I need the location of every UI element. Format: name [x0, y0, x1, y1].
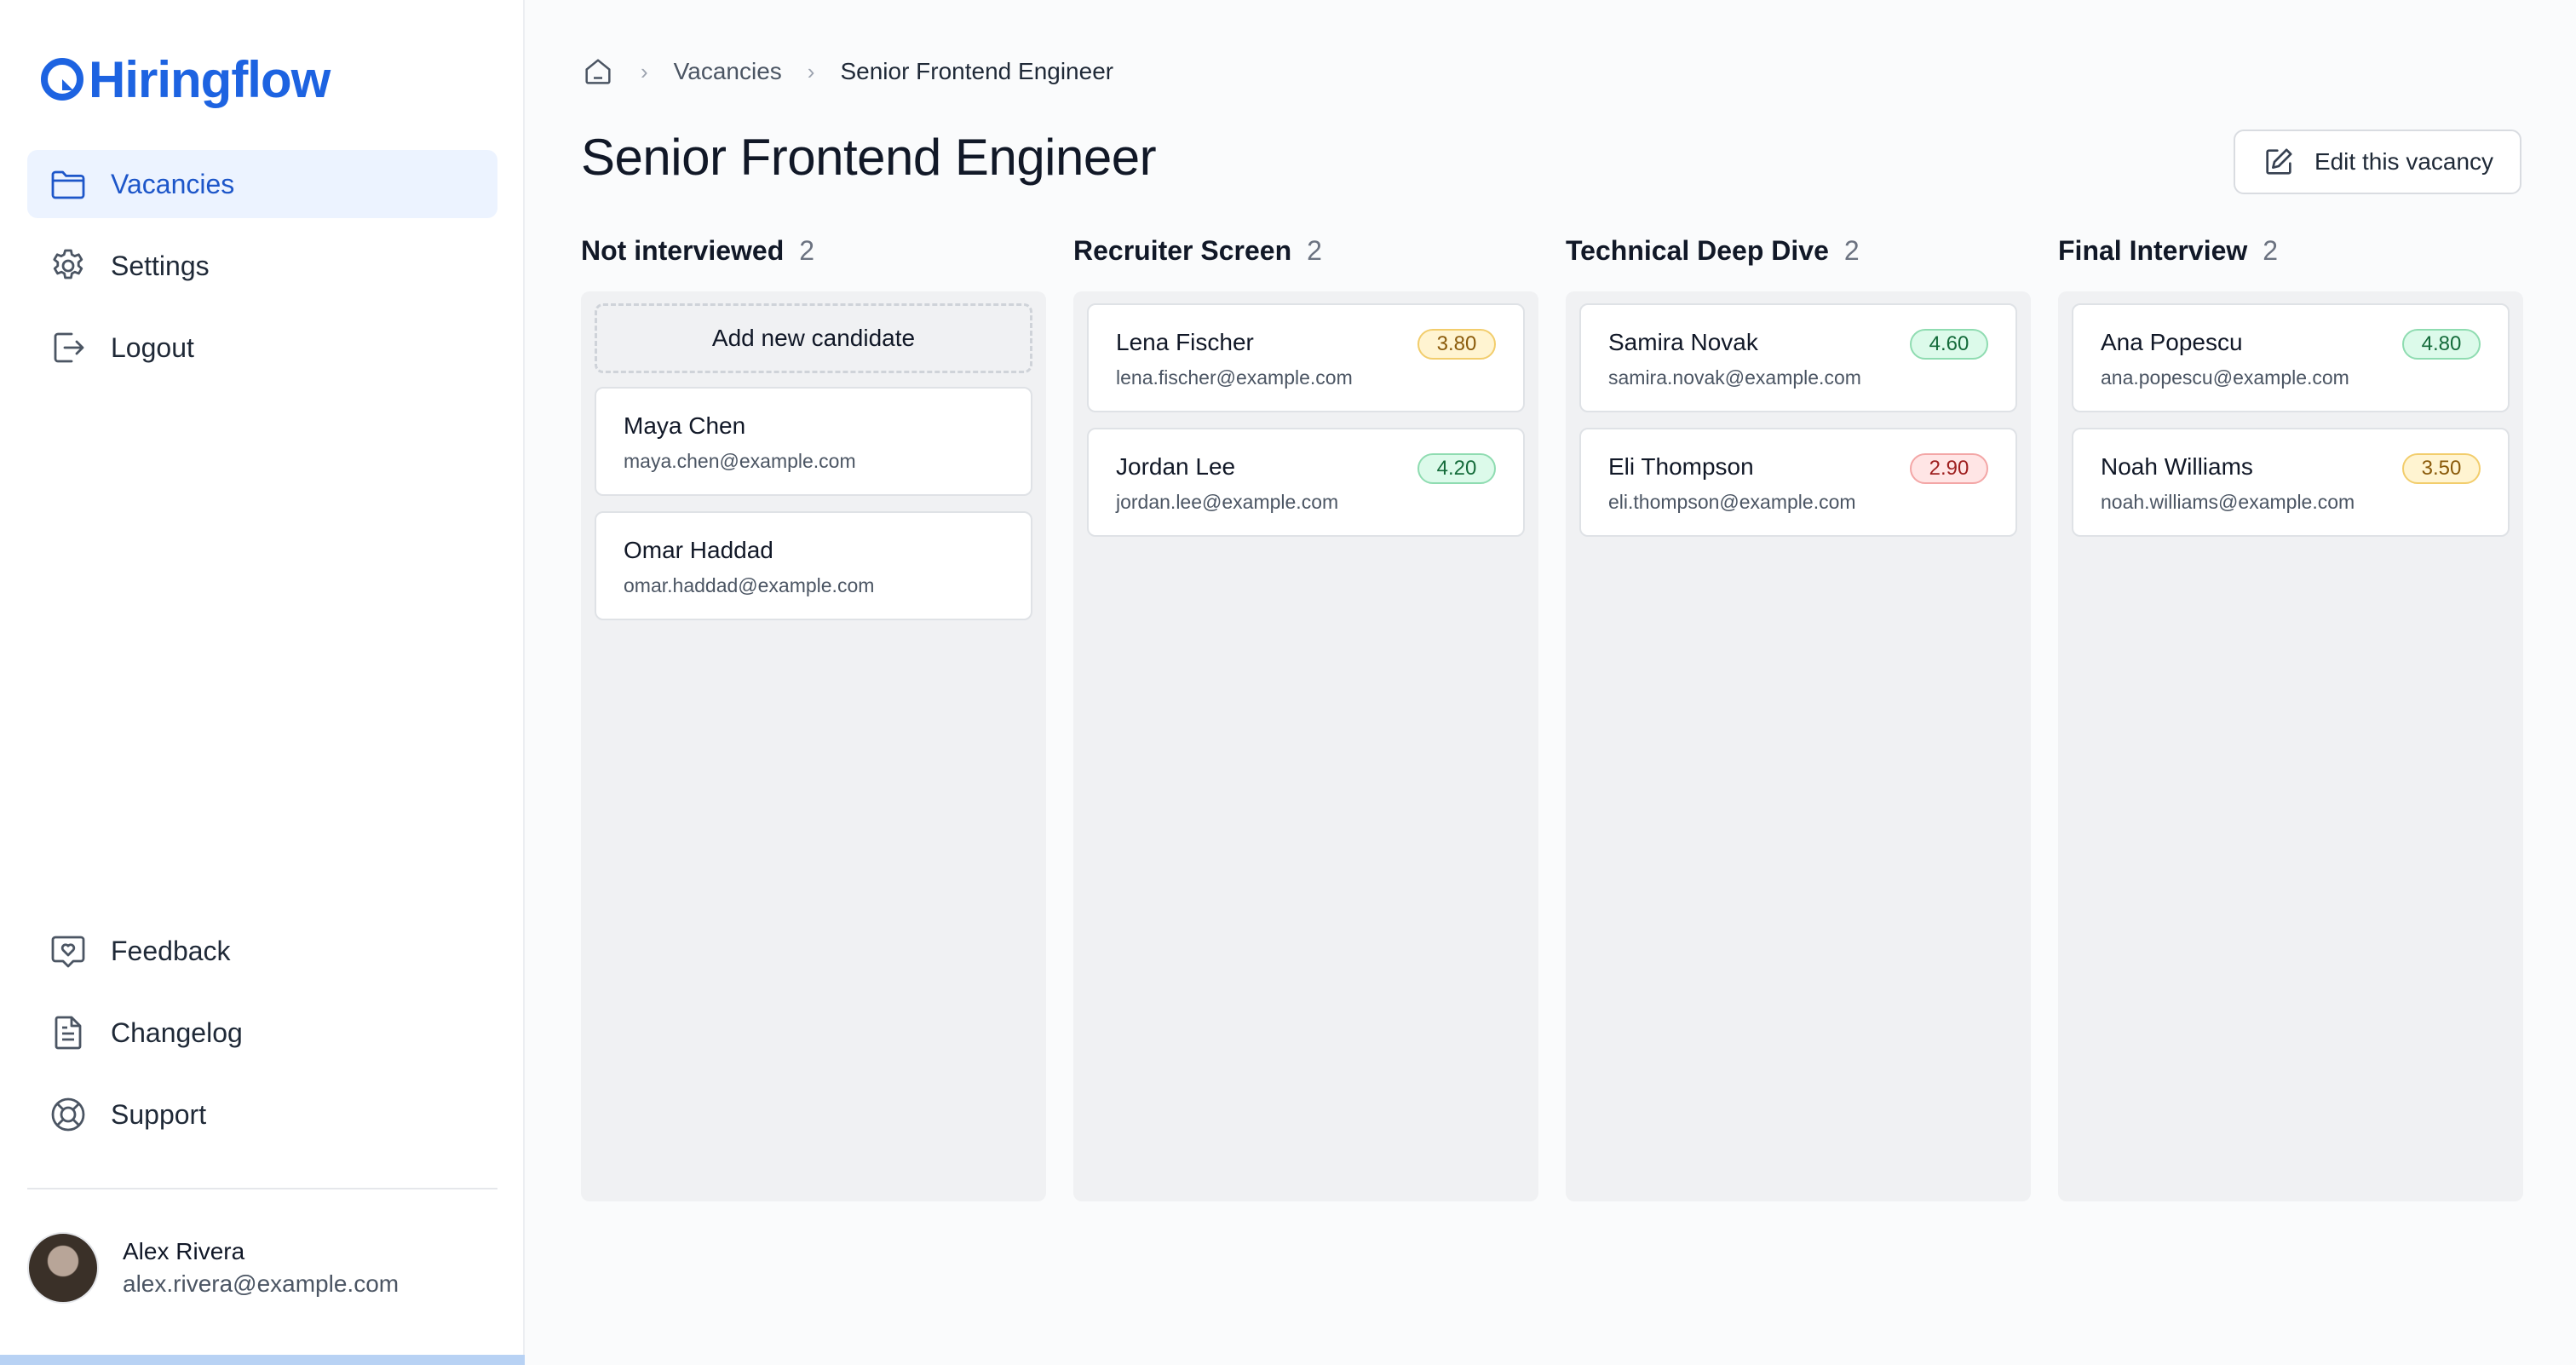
sidebar-item-label: Support: [111, 1098, 207, 1130]
sidebar-item-support[interactable]: Support: [27, 1080, 497, 1149]
sidebar-item-logout[interactable]: Logout: [27, 314, 497, 382]
page-title: Senior Frontend Engineer: [581, 129, 1157, 186]
logo-icon: [41, 58, 83, 101]
candidate-name: Omar Haddad: [624, 537, 773, 563]
score-badge: 3.80: [1417, 329, 1496, 360]
sidebar-secondary-nav: Feedback Changelog Support: [27, 917, 497, 1162]
lifebuoy-icon: [51, 1097, 85, 1132]
loading-progress-bar: [0, 1355, 525, 1365]
add-candidate-button[interactable]: Add new candidate: [595, 303, 1032, 373]
sidebar-item-label: Feedback: [111, 935, 231, 966]
breadcrumb-current: Senior Frontend Engineer: [840, 58, 1114, 84]
sidebar-item-changelog[interactable]: Changelog: [27, 999, 497, 1067]
candidate-email: noah.williams@example.com: [2101, 491, 2355, 513]
score-badge: 4.60: [1910, 329, 1988, 360]
candidate-email: lena.fischer@example.com: [1116, 366, 1353, 389]
edit-vacancy-button[interactable]: Edit this vacancy: [2234, 130, 2521, 194]
user-name: Alex Rivera: [123, 1238, 245, 1264]
column-recruiter-screen: Recruiter Screen 2 Lena Fischer lena.fis…: [1073, 235, 1538, 1201]
column-title: Recruiter Screen: [1073, 235, 1292, 266]
candidate-card[interactable]: Ana Popescu ana.popescu@example.com 4.80: [2072, 303, 2510, 412]
home-icon[interactable]: [581, 55, 615, 89]
folder-icon: [51, 170, 85, 199]
feedback-heart-icon: [51, 936, 85, 968]
app-name: Hiringflow: [89, 50, 331, 108]
score-badge: 3.50: [2402, 453, 2481, 484]
candidate-email: samira.novak@example.com: [1608, 366, 1861, 389]
column-final-interview: Final Interview 2 Ana Popescu ana.popesc…: [2058, 235, 2523, 1201]
gear-icon: [53, 249, 83, 279]
candidate-card[interactable]: Jordan Lee jordan.lee@example.com 4.20: [1087, 428, 1525, 537]
sidebar-item-feedback[interactable]: Feedback: [27, 917, 497, 985]
edit-icon: [2266, 148, 2292, 175]
candidate-card[interactable]: Samira Novak samira.novak@example.com 4.…: [1579, 303, 2017, 412]
column-body[interactable]: Add new candidate Maya Chen maya.chen@ex…: [581, 291, 1046, 1201]
score-badge: 4.20: [1417, 453, 1496, 484]
chevron-right-icon: ›: [807, 58, 815, 84]
candidate-email: omar.haddad@example.com: [624, 574, 875, 596]
sidebar-item-label: Vacancies: [111, 168, 235, 199]
chevron-right-icon: ›: [641, 58, 648, 84]
column-title: Not interviewed: [581, 235, 785, 266]
logout-icon: [54, 332, 84, 363]
user-email: alex.rivera@example.com: [123, 1270, 400, 1297]
avatar: [27, 1232, 99, 1304]
breadcrumb-vacancies[interactable]: Vacancies: [674, 58, 782, 85]
candidate-card[interactable]: Omar Haddad omar.haddad@example.com: [595, 511, 1032, 620]
column-count: 2: [799, 235, 815, 266]
candidate-email: ana.popescu@example.com: [2101, 366, 2349, 389]
column-count: 2: [2263, 235, 2279, 266]
candidate-email: jordan.lee@example.com: [1116, 491, 1339, 513]
progress-fill: [0, 1355, 525, 1365]
edit-vacancy-label: Edit this vacancy: [2314, 148, 2494, 175]
sidebar-nav: Vacancies Settings Logout: [27, 150, 497, 395]
sidebar-item-label: Logout: [111, 331, 194, 363]
sidebar: Hiringflow Vacancies Settings Logout Fee…: [0, 0, 525, 1365]
candidate-card[interactable]: Noah Williams noah.williams@example.com …: [2072, 428, 2510, 537]
candidate-email: maya.chen@example.com: [624, 450, 856, 472]
candidate-card[interactable]: Lena Fischer lena.fischer@example.com 3.…: [1087, 303, 1525, 412]
score-badge: 4.80: [2402, 329, 2481, 360]
column-title: Final Interview: [2058, 235, 2248, 266]
column-technical-deep-dive: Technical Deep Dive 2 Samira Novak samir…: [1566, 235, 2031, 1201]
app-logo[interactable]: Hiringflow: [39, 49, 331, 109]
document-icon: [55, 1016, 82, 1050]
column-count: 2: [1843, 235, 1860, 266]
candidate-card[interactable]: Eli Thompson eli.thompson@example.com 2.…: [1579, 428, 2017, 537]
user-profile[interactable]: Alex Rivera alex.rivera@example.com: [27, 1232, 399, 1304]
column-body[interactable]: Ana Popescu ana.popescu@example.com 4.80…: [2058, 291, 2523, 1201]
score-badge: 2.90: [1910, 453, 1988, 484]
sidebar-item-label: Changelog: [111, 1017, 243, 1048]
candidate-card[interactable]: Maya Chen maya.chen@example.com: [595, 387, 1032, 496]
sidebar-item-vacancies[interactable]: Vacancies: [27, 150, 497, 218]
column-count: 2: [1307, 235, 1322, 266]
sidebar-item-settings[interactable]: Settings: [27, 232, 497, 300]
candidate-email: eli.thompson@example.com: [1608, 491, 1856, 513]
column-not-interviewed: Not interviewed 2 Add new candidate Maya…: [581, 235, 1046, 1201]
column-body[interactable]: Samira Novak samira.novak@example.com 4.…: [1566, 291, 2031, 1201]
breadcrumb: › Vacancies › Senior Frontend Engineer: [581, 53, 1113, 90]
column-body[interactable]: Lena Fischer lena.fischer@example.com 3.…: [1073, 291, 1538, 1201]
sidebar-divider: [27, 1188, 497, 1189]
column-title: Technical Deep Dive: [1566, 235, 1829, 266]
candidate-name: Maya Chen: [624, 412, 746, 439]
sidebar-item-label: Settings: [111, 250, 210, 281]
